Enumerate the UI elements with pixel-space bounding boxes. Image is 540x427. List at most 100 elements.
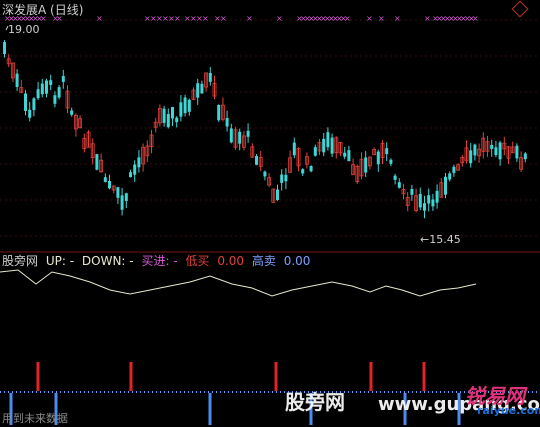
candle-body xyxy=(284,174,288,182)
candle-body xyxy=(49,80,53,85)
candle-body xyxy=(473,144,477,156)
indicator-low-buy-value: 0.00 xyxy=(217,254,245,268)
candle-body xyxy=(435,190,439,203)
indicator-buy: 买进: - xyxy=(141,254,178,268)
candle-body xyxy=(179,102,183,117)
price-grid xyxy=(0,19,540,253)
candle-body xyxy=(389,159,393,164)
candle-body xyxy=(309,165,313,172)
candle-body xyxy=(490,144,494,149)
price-low-value: 15.45 xyxy=(429,233,461,246)
candle-body xyxy=(427,195,431,204)
kline-chart[interactable]: ×××××××××× ×× × × × × × × × × × × × × × × × ×××××××××××××… xyxy=(0,0,540,427)
candle-body xyxy=(444,176,447,195)
candle-body xyxy=(393,175,397,180)
candle-body xyxy=(292,142,296,156)
candle-body xyxy=(246,130,250,137)
price-high-label: 19.00 xyxy=(8,23,40,36)
candle-body xyxy=(410,188,414,195)
candle-body xyxy=(133,164,137,175)
candle-body xyxy=(229,128,233,143)
candle-body xyxy=(347,150,351,162)
indicator-legend: 股旁网 UP: - DOWN: - 买进: - 低买 0.00 高卖 0.00 xyxy=(2,254,314,268)
indicator-line xyxy=(0,269,477,297)
candle-body xyxy=(40,83,44,95)
indicator-name: 股旁网 xyxy=(2,254,39,268)
signal-mark: × xyxy=(344,14,351,23)
candle-body xyxy=(330,137,334,154)
candle-body xyxy=(397,182,401,188)
watermark-site-name: 股旁网 xyxy=(285,390,345,414)
candle-body xyxy=(108,181,111,189)
chart-title: 深发展A (日线) xyxy=(2,3,84,17)
candle-body xyxy=(423,203,426,211)
signal-mark: × xyxy=(378,14,385,23)
signal-mark: × xyxy=(96,14,103,23)
candle-body xyxy=(452,166,456,173)
signal-mark: × xyxy=(246,14,253,23)
candle-body xyxy=(183,97,187,114)
candle-body xyxy=(469,150,473,164)
candle-body xyxy=(124,193,128,202)
candlestick-series xyxy=(3,40,527,219)
candle-body xyxy=(276,189,279,201)
candle-body xyxy=(61,76,65,82)
candle-body xyxy=(53,95,57,104)
logo-url: raiyue.com xyxy=(477,404,540,417)
candle-body xyxy=(343,152,347,157)
candle-body xyxy=(326,132,330,148)
candle-body xyxy=(225,118,229,127)
signal-mark: × xyxy=(220,14,227,23)
indicator-high-sell-value: 0.00 xyxy=(283,254,311,268)
candle-body xyxy=(376,151,380,165)
candle-body xyxy=(3,42,6,54)
candle-body xyxy=(280,174,284,183)
signal-mark: × xyxy=(366,14,373,23)
candle-body xyxy=(45,80,48,94)
candle-body xyxy=(175,117,179,123)
candle-body xyxy=(385,148,389,155)
candle-body xyxy=(200,83,204,94)
signal-mark: × xyxy=(174,14,181,23)
candle-body xyxy=(498,142,502,160)
candle-body xyxy=(171,107,174,119)
candle-body xyxy=(523,153,527,160)
candle-body xyxy=(364,157,368,173)
candle-body xyxy=(301,169,305,174)
candle-body xyxy=(129,172,132,178)
candle-body xyxy=(166,113,170,128)
future-data-note: 用到未来数据 xyxy=(2,412,68,425)
candle-body xyxy=(313,147,317,156)
candle-body xyxy=(162,108,166,123)
candle-body xyxy=(208,72,212,82)
indicator-down: DOWN: - xyxy=(81,254,134,268)
signal-mark: × xyxy=(202,14,209,23)
candle-body xyxy=(196,83,200,98)
signal-mark: × xyxy=(276,14,283,23)
candle-body xyxy=(57,87,61,98)
candle-body xyxy=(187,99,191,112)
candle-body xyxy=(448,173,452,180)
signal-mark: × xyxy=(424,14,431,23)
candle-body xyxy=(418,193,422,208)
candle-body xyxy=(431,199,435,207)
indicator-low-buy-label: 低买 xyxy=(185,254,210,268)
candle-body xyxy=(263,171,267,177)
indicator-up: UP: - xyxy=(45,254,75,268)
candle-body xyxy=(137,157,141,168)
candle-body xyxy=(120,195,124,210)
candle-body xyxy=(32,98,36,111)
candle-body xyxy=(255,156,258,165)
price-low-label: ←15.45 xyxy=(420,233,461,246)
candle-body xyxy=(28,109,32,118)
candle-body xyxy=(70,110,74,115)
candle-body xyxy=(15,73,19,87)
signal-mark: × xyxy=(394,14,401,23)
candle-body xyxy=(238,131,242,144)
signal-mark: × xyxy=(472,14,479,23)
candle-body xyxy=(217,104,221,121)
candle-body xyxy=(116,187,120,198)
candle-body xyxy=(494,147,498,156)
candle-body xyxy=(36,89,40,99)
candle-body xyxy=(515,145,519,159)
